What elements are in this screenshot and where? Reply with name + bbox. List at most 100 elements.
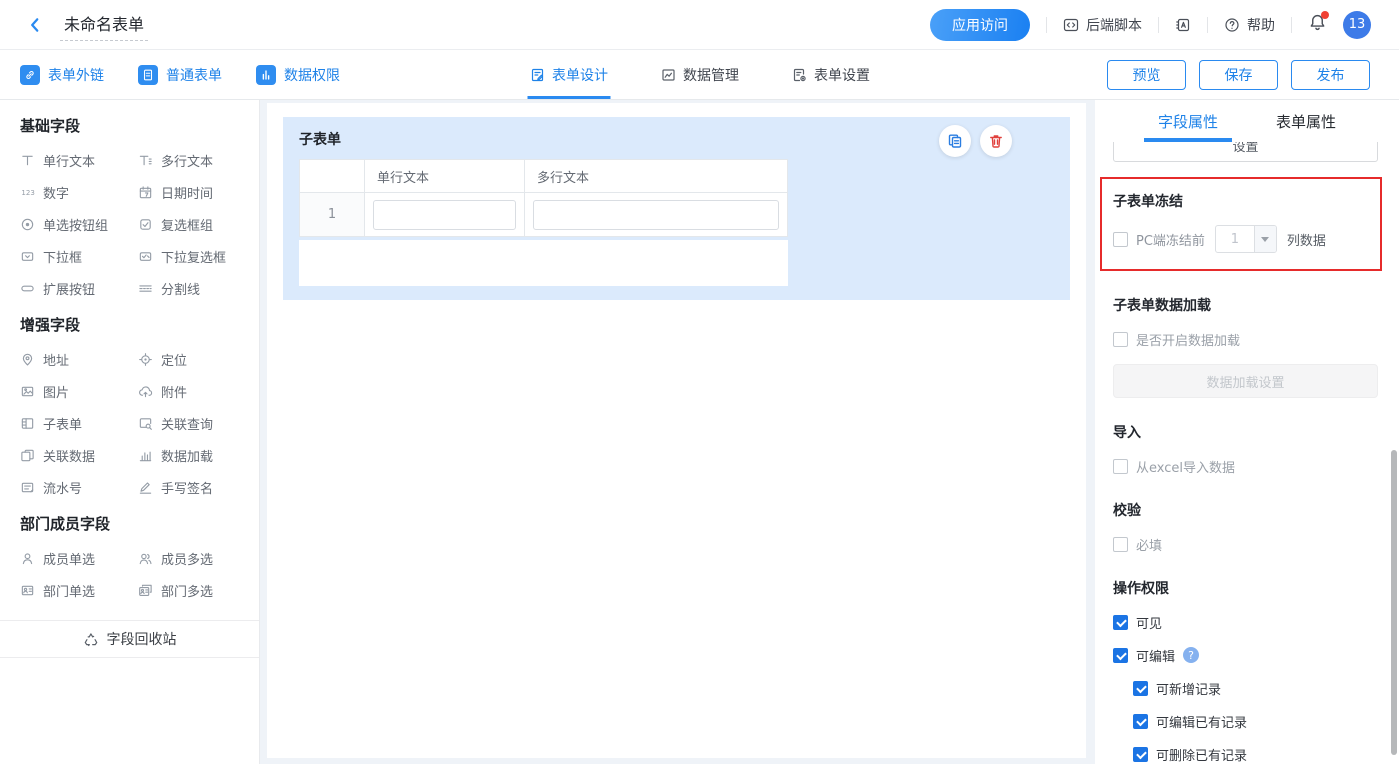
help-icon[interactable]: ? — [1183, 647, 1199, 663]
field-item-attachment[interactable]: 附件 — [138, 375, 239, 407]
action-button-发布[interactable]: 发布 — [1291, 60, 1370, 90]
image-icon — [20, 384, 35, 399]
pc-freeze-checkbox-row[interactable]: PC端冻结前 — [1113, 229, 1205, 249]
field-item-address[interactable]: 地址 — [20, 343, 138, 375]
editable-checkbox-row[interactable]: 可编辑 ? — [1113, 645, 1378, 665]
section-title-import: 导入 — [1113, 422, 1378, 442]
field-item-linked-query[interactable]: 关联查询 — [138, 407, 239, 439]
checkbox[interactable] — [1133, 681, 1148, 696]
subform-col-header: 多行文本 — [525, 160, 788, 193]
checkbox[interactable] — [1133, 714, 1148, 729]
action-button-预览[interactable]: 预览 — [1107, 60, 1186, 90]
field-item-data-load[interactable]: 数据加载 — [138, 439, 239, 471]
delete-field-button[interactable] — [980, 125, 1012, 157]
toolbar-actions: 预览保存发布 — [1107, 60, 1370, 90]
field-item-signature[interactable]: 手写签名 — [138, 471, 239, 503]
subform-field-block-selected[interactable]: 子表单 单行文本 多行文本 1 — [283, 117, 1070, 300]
checkbox[interactable] — [1113, 232, 1128, 247]
single-line-text-input[interactable] — [373, 200, 516, 230]
toolbar-item-label: 普通表单 — [166, 65, 222, 85]
back-icon[interactable] — [26, 16, 44, 34]
field-item-number[interactable]: 123数字 — [20, 176, 138, 208]
settings-button[interactable]: 设置 — [1113, 142, 1378, 162]
field-item-dropdown-multi[interactable]: 下拉复选框 — [138, 240, 239, 272]
visible-checkbox-row[interactable]: 可见 — [1113, 612, 1378, 632]
field-item-member-multi[interactable]: 成员多选 — [138, 542, 239, 574]
app-access-button[interactable]: 应用访问 — [930, 9, 1030, 41]
help-button[interactable]: 帮助 — [1224, 15, 1275, 35]
field-item-label: 地址 — [43, 350, 69, 369]
section-title-validation: 校验 — [1113, 500, 1378, 520]
subform-index-header — [300, 160, 365, 193]
field-item-label: 关联数据 — [43, 446, 95, 465]
field-item-dropdown[interactable]: 下拉框 — [20, 240, 138, 272]
excel-import-checkbox-row[interactable]: 从excel导入数据 — [1113, 456, 1378, 476]
field-item-dept-multi[interactable]: 部门多选 — [138, 574, 239, 606]
permission-sub-checkbox-row[interactable]: 可删除已有记录 — [1133, 744, 1378, 764]
checkbox[interactable] — [1113, 615, 1128, 630]
freeze-column-select[interactable]: 1 — [1215, 225, 1277, 253]
locate-icon — [138, 352, 153, 367]
field-item-text-multi[interactable]: 多行文本 — [138, 144, 239, 176]
field-item-locate[interactable]: 定位 — [138, 343, 239, 375]
field-item-member-single[interactable]: 成员单选 — [20, 542, 138, 574]
toolbar-item-data-permission[interactable]: 数据权限 — [256, 65, 340, 85]
toolbar-item-normal-form[interactable]: 普通表单 — [138, 65, 222, 85]
enable-data-load-checkbox-row[interactable]: 是否开启数据加载 — [1113, 329, 1378, 349]
chevron-down-icon[interactable] — [1254, 226, 1276, 252]
field-item-label: 单行文本 — [43, 151, 95, 170]
field-item-subform[interactable]: 子表单 — [20, 407, 138, 439]
sidebar-field-grid: 单行文本 多行文本123数字 日期时间单选按钮组复选框组下拉框 下拉复选框扩展按钮分割… — [20, 144, 239, 304]
required-checkbox-row[interactable]: 必填 — [1113, 534, 1378, 554]
tab-form-settings[interactable]: 表单设置 — [791, 50, 870, 99]
tab-data-manage[interactable]: 数据管理 — [660, 50, 739, 99]
serial-number-icon — [20, 480, 35, 495]
copy-field-button[interactable] — [939, 125, 971, 157]
field-item-extend-button[interactable]: 扩展按钮 — [20, 272, 138, 304]
field-item-label: 下拉框 — [43, 247, 82, 266]
field-item-label: 成员单选 — [43, 549, 95, 568]
field-item-image[interactable]: 图片 — [20, 375, 138, 407]
data-manage-icon — [660, 67, 676, 83]
form-title-wrap[interactable]: 未命名表单 — [60, 9, 148, 41]
text-single-icon — [20, 153, 35, 168]
backend-script-button[interactable]: 后端脚本 — [1063, 15, 1142, 35]
field-item-divider[interactable]: 分割线 — [138, 272, 239, 304]
multi-line-text-input[interactable] — [533, 200, 779, 230]
address-book-button[interactable] — [1175, 17, 1191, 33]
field-item-serial-number[interactable]: 流水号 — [20, 471, 138, 503]
notification-bell-button[interactable] — [1308, 13, 1327, 36]
checkbox[interactable] — [1133, 747, 1148, 762]
divider — [1158, 17, 1159, 33]
field-item-dept-single[interactable]: 部门单选 — [20, 574, 138, 606]
field-item-text-single[interactable]: 单行文本 — [20, 144, 138, 176]
recycle-label: 字段回收站 — [107, 629, 177, 649]
permission-sub-checkbox-row[interactable]: 可编辑已有记录 — [1133, 711, 1378, 731]
checkbox[interactable] — [1113, 459, 1128, 474]
field-item-datetime[interactable]: 日期时间 — [138, 176, 239, 208]
checkbox[interactable] — [1113, 332, 1128, 347]
form-canvas-card[interactable]: 子表单 单行文本 多行文本 1 — [267, 103, 1086, 758]
tab-form-properties[interactable]: 表单属性 — [1276, 100, 1336, 142]
permission-sub-checkbox-row[interactable]: 可新增记录 — [1133, 678, 1378, 698]
extend-button-icon — [20, 281, 35, 296]
field-recycle-bin-button[interactable]: 字段回收站 — [0, 620, 259, 658]
avatar[interactable]: 13 — [1343, 11, 1371, 39]
checkbox[interactable] — [1113, 537, 1128, 552]
address-icon — [20, 352, 35, 367]
page-title: 未命名表单 — [64, 15, 144, 34]
checkbox-label: 可编辑已有记录 — [1156, 712, 1247, 731]
field-item-linked-data[interactable]: 关联数据 — [20, 439, 138, 471]
field-item-label: 日期时间 — [161, 183, 213, 202]
panel-scrollbar-thumb[interactable] — [1391, 450, 1397, 755]
dept-single-icon — [20, 583, 35, 598]
data-load-settings-button[interactable]: 数据加载设置 — [1113, 364, 1378, 398]
linked-query-icon — [138, 416, 153, 431]
checkbox[interactable] — [1113, 648, 1128, 663]
field-item-radio-group[interactable]: 单选按钮组 — [20, 208, 138, 240]
toolbar-item-form-link[interactable]: 表单外链 — [20, 65, 104, 85]
field-item-checkbox-group[interactable]: 复选框组 — [138, 208, 239, 240]
tab-field-properties[interactable]: 字段属性 — [1158, 100, 1218, 142]
tab-form-design[interactable]: 表单设计 — [529, 50, 608, 99]
action-button-保存[interactable]: 保存 — [1199, 60, 1278, 90]
